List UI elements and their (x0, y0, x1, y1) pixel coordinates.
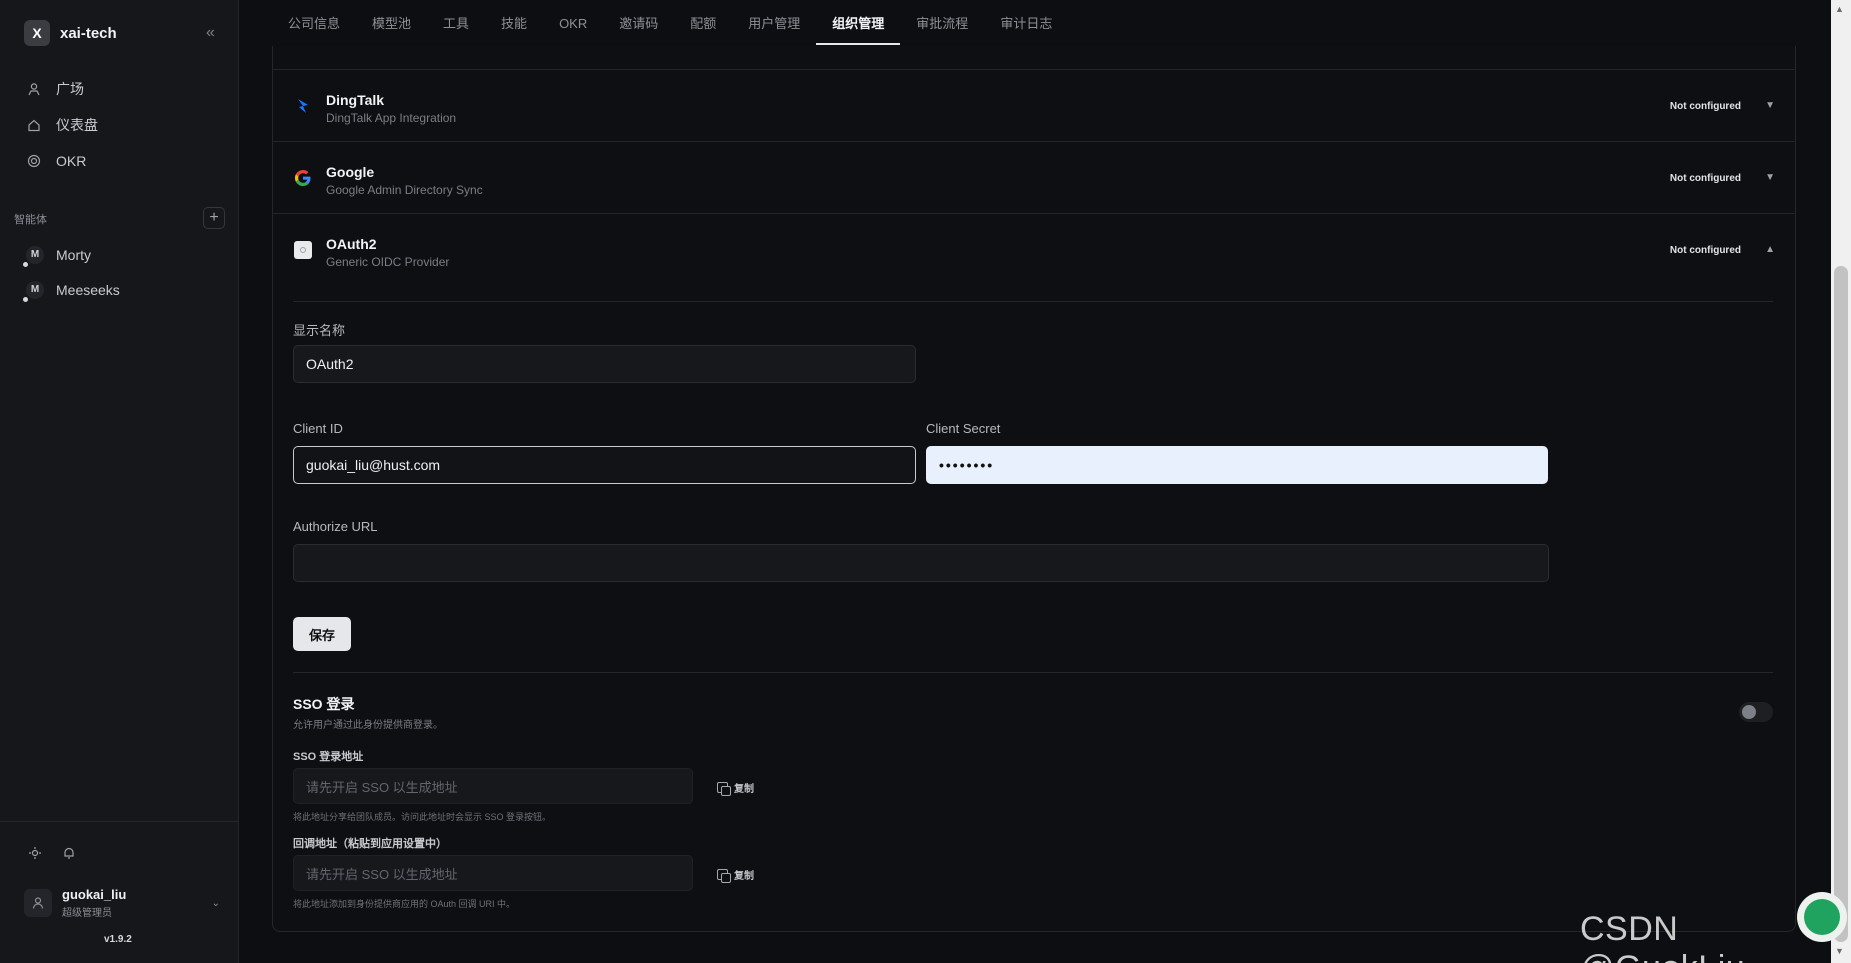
save-button[interactable]: 保存 (293, 617, 351, 651)
status-badge: Not configured (1669, 101, 1741, 112)
collapse-sidebar-icon[interactable]: « (206, 24, 215, 42)
google-icon (293, 168, 313, 188)
provider-row-google[interactable]: Google Google Admin Directory Sync Not c… (273, 141, 1795, 213)
divider (293, 301, 1773, 302)
nav-item-okr[interactable]: OKR (14, 144, 226, 178)
display-name-label: 显示名称 (293, 323, 346, 338)
callback-url-input[interactable]: 请先开启 SSO 以生成地址 (293, 855, 693, 891)
callback-url-label: 回调地址（粘贴到应用设置中） (293, 838, 447, 850)
oauth2-icon (293, 240, 313, 260)
provider-row-dingtalk[interactable]: DingTalk DingTalk App Integration Not co… (273, 69, 1795, 141)
tab-model-pool[interactable]: 模型池 (356, 0, 427, 46)
tab-org-management[interactable]: 组织管理 (816, 0, 901, 46)
nav-label: 仪表盘 (56, 117, 98, 133)
divider (293, 672, 1773, 673)
brand-name: xai-tech (60, 24, 117, 42)
main-nav: 广场 仪表盘 OKR (14, 72, 226, 180)
dingtalk-icon (293, 96, 313, 116)
assistant-bubble-icon[interactable] (1797, 892, 1847, 942)
app-version: v1.9.2 (104, 934, 132, 945)
agent-list: M Morty M Meeseeks (14, 237, 226, 307)
home-icon (26, 117, 42, 133)
copy-callback-url-button[interactable]: 复制 (717, 867, 754, 883)
agent-name: Meeseeks (56, 281, 120, 298)
sso-toggle[interactable] (1739, 702, 1773, 722)
tab-audit-log[interactable]: 审计日志 (984, 0, 1068, 46)
display-name-input[interactable]: OAuth2 (293, 345, 916, 383)
copy-label: 复制 (734, 871, 754, 882)
nav-item-plaza[interactable]: 广场 (14, 72, 226, 106)
nav-label: OKR (56, 153, 87, 169)
tab-invite-codes[interactable]: 邀请码 (603, 0, 674, 46)
copy-icon (717, 869, 731, 883)
provider-name: Google (326, 164, 375, 180)
client-id-label: Client ID (293, 421, 343, 436)
tab-approval-flow[interactable]: 审批流程 (900, 0, 984, 46)
sidebar-footer: guokai_liu 超级管理员 ⌄ v1.9.2 (0, 821, 239, 963)
agent-avatar: M (23, 280, 44, 302)
sso-title: SSO 登录 (293, 696, 355, 712)
tab-quota[interactable]: 配额 (674, 0, 732, 46)
user-info: guokai_liu 超级管理员 (62, 887, 126, 919)
agent-name: Morty (56, 246, 91, 263)
provider-desc: Generic OIDC Provider (326, 255, 450, 269)
tab-skills[interactable]: 技能 (485, 0, 543, 46)
agent-avatar: M (23, 245, 44, 267)
sso-login-url-input[interactable]: 请先开启 SSO 以生成地址 (293, 768, 693, 804)
scroll-up-icon[interactable]: ▲ (1835, 4, 1844, 14)
status-badge: Not configured (1669, 173, 1741, 184)
copy-label: 复制 (734, 784, 754, 795)
copy-icon (717, 782, 731, 796)
provider-name: OAuth2 (326, 236, 377, 252)
theme-toggle-icon[interactable] (28, 846, 42, 863)
client-secret-input[interactable]: •••••••• (926, 446, 1548, 484)
chevron-down-icon[interactable]: ▼ (1765, 100, 1775, 111)
user-name: guokai_liu (62, 887, 127, 902)
chevron-up-icon[interactable]: ▲ (1765, 244, 1775, 255)
footer-icons (28, 846, 76, 863)
tab-company-info[interactable]: 公司信息 (272, 0, 356, 46)
tab-user-management[interactable]: 用户管理 (732, 0, 816, 46)
target-icon (26, 153, 42, 169)
nav-label: 广场 (56, 81, 84, 97)
agent-item-meeseeks[interactable]: M Meeseeks (14, 272, 226, 307)
sso-desc: 允许用户通过此身份提供商登录。 (293, 720, 443, 731)
sso-login-url-label: SSO 登录地址 (293, 751, 364, 763)
provider-desc: Google Admin Directory Sync (326, 183, 483, 197)
callback-url-hint: 将此地址添加到身份提供商应用的 OAuth 回调 URI 中。 (293, 899, 516, 909)
agents-section-title: 智能体 (14, 214, 47, 226)
settings-tabs: 公司信息 模型池 工具 技能 OKR 邀请码 配额 用户管理 组织管理 审批流程… (272, 0, 1068, 46)
chevron-down-icon: ⌄ (211, 897, 220, 909)
provider-name: DingTalk (326, 92, 385, 108)
status-badge: Not configured (1669, 245, 1741, 256)
user-menu[interactable]: guokai_liu 超级管理员 ⌄ (24, 887, 220, 919)
user-avatar-icon (24, 889, 52, 917)
sso-login-url-hint: 将此地址分享给团队成员。访问此地址时会显示 SSO 登录按钮。 (293, 812, 552, 822)
scrollbar-thumb[interactable] (1834, 266, 1848, 942)
agent-item-morty[interactable]: M Morty (14, 237, 226, 272)
user-role: 超级管理员 (62, 908, 112, 919)
person-icon (26, 81, 42, 97)
identity-providers-panel: DingTalk DingTalk App Integration Not co… (272, 46, 1796, 932)
tab-tools[interactable]: 工具 (427, 0, 485, 46)
provider-row-oauth2[interactable]: OAuth2 Generic OIDC Provider Not configu… (273, 213, 1795, 285)
authorize-url-input[interactable] (293, 544, 1549, 582)
chevron-down-icon[interactable]: ▼ (1765, 172, 1775, 183)
sidebar: X xai-tech « 广场 仪表盘 OKR 智能体 + M Morty M … (0, 0, 239, 963)
provider-desc: DingTalk App Integration (326, 111, 457, 125)
copy-login-url-button[interactable]: 复制 (717, 780, 754, 796)
authorize-url-label: Authorize URL (293, 519, 378, 534)
brand[interactable]: X xai-tech (24, 20, 117, 46)
brand-logo: X (24, 20, 50, 46)
add-agent-button[interactable]: + (203, 207, 225, 229)
tab-okr[interactable]: OKR (543, 0, 603, 46)
client-secret-label: Client Secret (926, 421, 1001, 436)
nav-item-dashboard[interactable]: 仪表盘 (14, 108, 226, 142)
bell-icon[interactable] (62, 846, 76, 863)
client-id-input[interactable]: guokai_liu@hust.com (293, 446, 916, 484)
